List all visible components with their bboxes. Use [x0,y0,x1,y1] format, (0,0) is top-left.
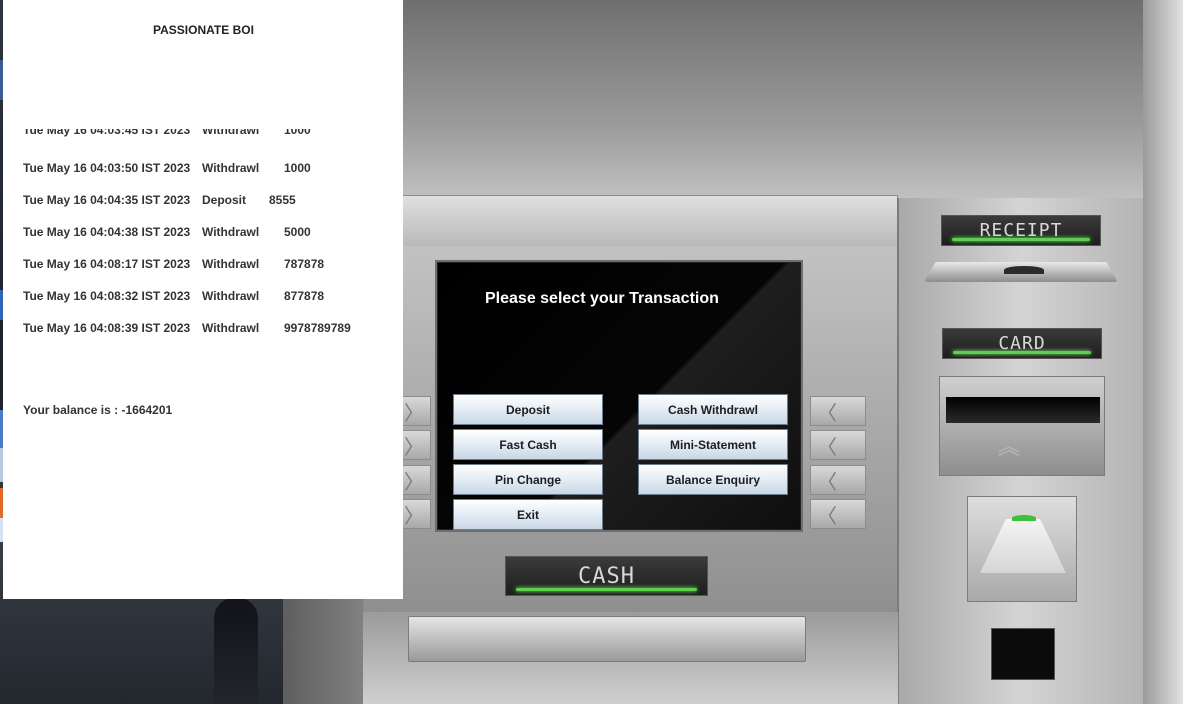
atm-wall [1143,0,1183,704]
statement-date: Tue May 16 04:03:50 IST 2023 [23,161,191,175]
statement-date: Tue May 16 04:08:17 IST 2023 [23,257,191,271]
statement-amount: 877878 [284,289,325,303]
cash-dispenser-slot [408,616,806,662]
right-side-key-1[interactable]: 〈 [810,396,866,426]
statement-amount: 1000 [284,161,311,175]
balance-enquiry-button[interactable]: Balance Enquiry [638,464,788,495]
mini-statement-button[interactable]: Mini-Statement [638,429,788,460]
deposit-button[interactable]: Deposit [453,394,603,425]
statement-amount: 5000 [284,225,311,239]
camera-window [991,628,1055,680]
cash-label: CASH [505,556,708,596]
chevron-left-icon: 〈 [817,434,837,459]
exit-button[interactable]: Exit [453,499,603,530]
cash-label-text: CASH [578,563,635,589]
cash-withdrawl-button[interactable]: Cash Withdrawl [638,394,788,425]
card-slot: ︽ [939,376,1105,476]
bank-name-title: PASSIONATE BOI [153,23,254,37]
statement-amount: 1000 [284,129,311,137]
fast-cash-button[interactable]: Fast Cash [453,429,603,460]
atm-ceiling [403,0,1143,205]
statement-type: Withdrawl [202,257,260,271]
statement-date: Tue May 16 04:04:35 IST 2023 [23,193,191,207]
chevron-right-icon: 〉 [404,434,424,459]
card-light [953,351,1091,354]
receipt-label: RECEIPT [941,215,1101,246]
statement-date: Tue May 16 04:03:45 IST 2023 [23,129,191,137]
receipt-light [952,238,1090,241]
statement-amount: 787878 [284,257,325,271]
chevron-right-icon: 〉 [404,400,424,425]
receipt-slot [924,262,1118,282]
atm-machine: 〉 〉 〉 〉 〈 〈 〈 〈 Please select your Trans… [283,0,1183,704]
statement-type: Withdrawl [202,321,260,335]
chevron-left-icon: 〈 [817,503,837,528]
mini-statement-window: PASSIONATE BOI Tue May 16 04:03:45 IST 2… [3,0,403,599]
balance-text: Your balance is : -1664201 [23,403,173,417]
statement-amount: 9978789789 [284,321,351,335]
card-reader-light [1012,515,1036,521]
statement-date: Tue May 16 04:04:38 IST 2023 [23,225,191,239]
pin-change-button[interactable]: Pin Change [453,464,603,495]
right-side-key-4[interactable]: 〈 [810,499,866,529]
atm-panel-top [364,196,897,246]
statement-date: Tue May 16 04:08:32 IST 2023 [23,289,191,303]
statement-type: Withdrawl [202,161,260,175]
card-label: CARD [942,328,1102,359]
chevron-up-icon: ︽ [998,435,1021,460]
chevron-left-icon: 〈 [817,469,837,494]
card-reader-shape [980,519,1066,573]
statement-amount: 8555 [269,193,296,207]
chevron-right-icon: 〉 [404,503,424,528]
right-side-key-3[interactable]: 〈 [810,465,866,495]
cash-light [516,588,697,591]
statement-list: Tue May 16 04:03:45 IST 2023 Withdrawl 1… [23,129,398,349]
screen-title: Please select your Transaction [485,290,719,307]
statement-type: Withdrawl [202,225,260,239]
right-side-key-2[interactable]: 〈 [810,430,866,460]
statement-type: Deposit [202,193,247,207]
statement-type: Withdrawl [202,129,260,137]
card-slot-opening [946,397,1100,423]
statement-date: Tue May 16 04:08:39 IST 2023 [23,321,191,335]
chevron-right-icon: 〉 [404,469,424,494]
background-figure [214,598,258,704]
chevron-left-icon: 〈 [817,400,837,425]
statement-type: Withdrawl [202,289,260,303]
card-reader [967,496,1077,602]
